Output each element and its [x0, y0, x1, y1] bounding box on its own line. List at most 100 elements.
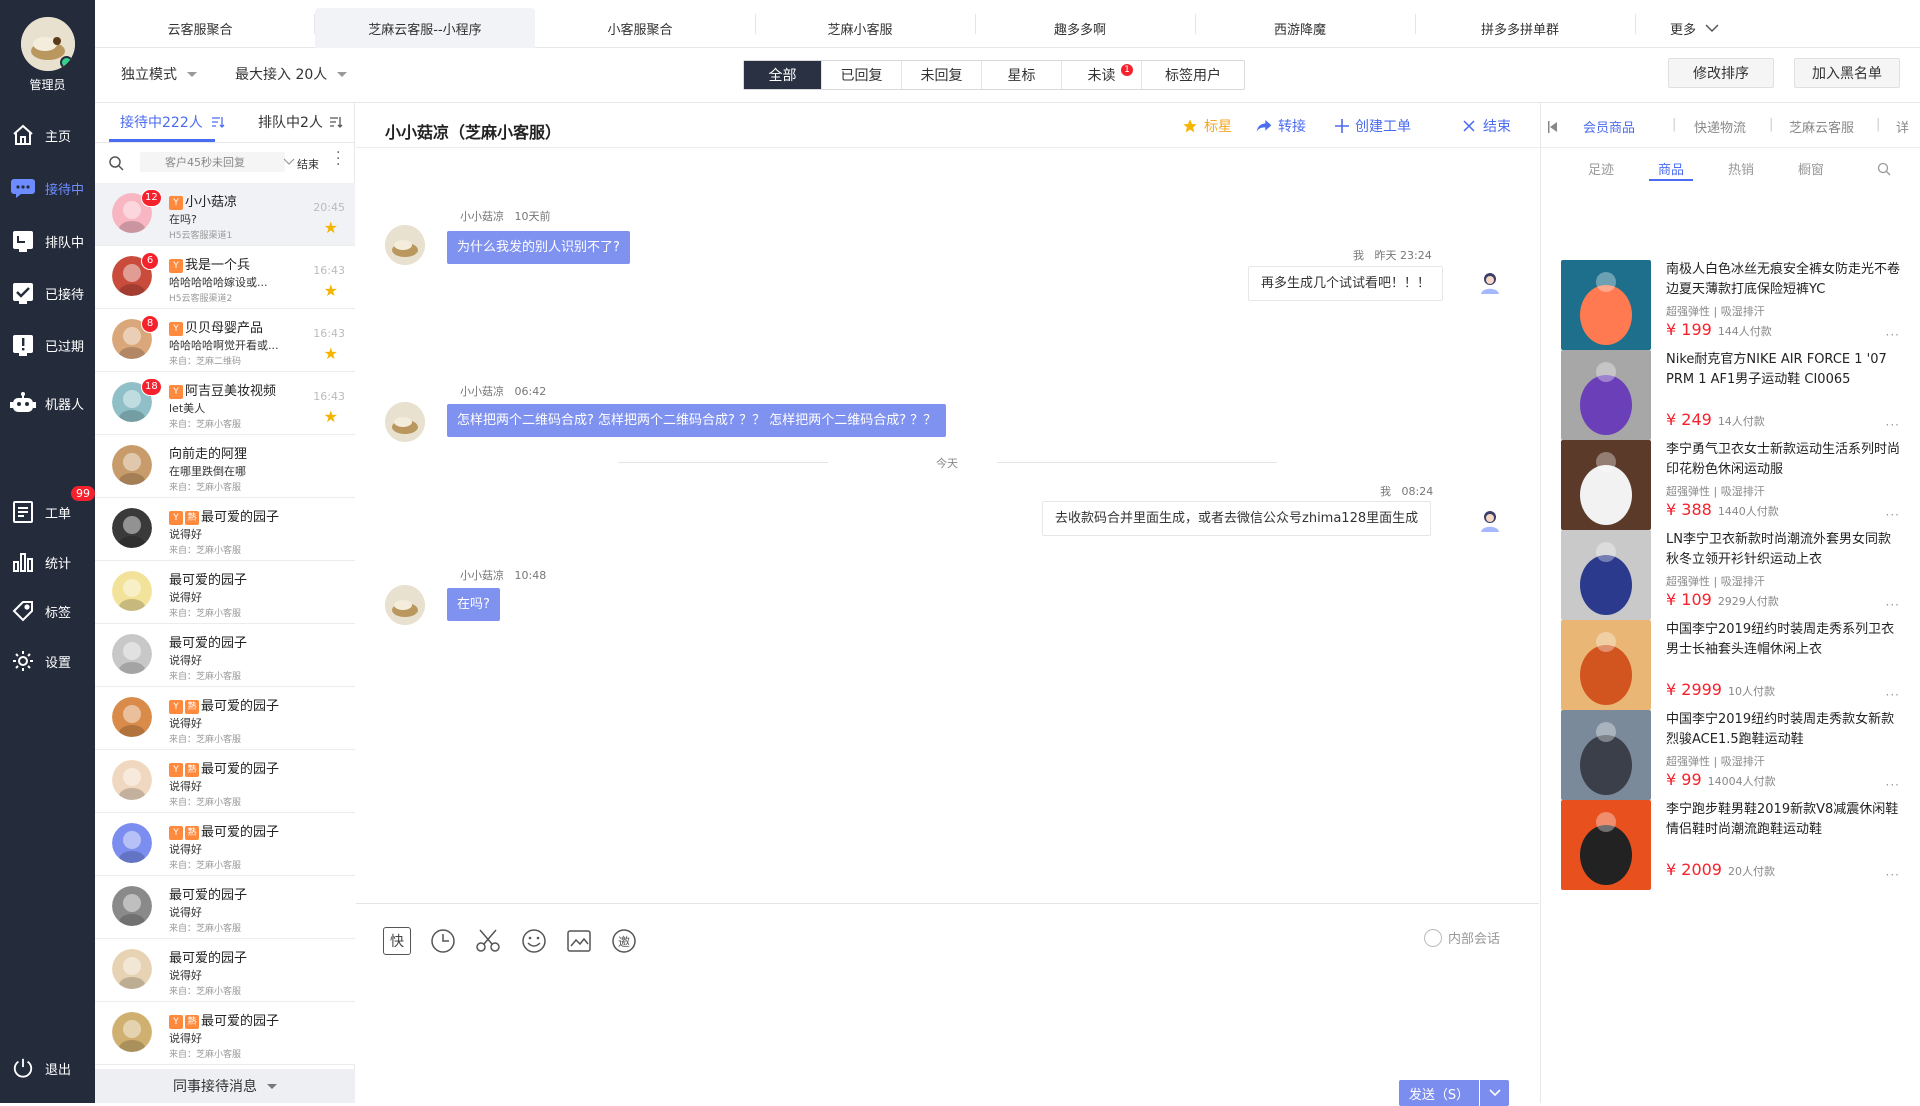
product-card[interactable]: 李宁勇气卫衣女士新款运动生活系列时尚印花粉色休闲运动服 超强弹性 | 吸湿排汗 ¥ …: [1561, 440, 1906, 532]
product-price-row: ¥ 2999 10人付款: [1666, 680, 1775, 699]
product-card[interactable]: 中国李宁2019纽约时装周走秀系列卫衣男士长袖套头连帽休闲上衣 ¥ 2999 10人…: [1561, 620, 1906, 712]
search-icon[interactable]: [108, 155, 124, 171]
history-clock-icon[interactable]: [429, 927, 457, 955]
list-item[interactable]: Y 熟最可爱的园子 说得好 来自：芝麻小客服: [95, 1002, 355, 1065]
tab-serving-label: 接待中222人: [120, 115, 203, 131]
filter-unreplied[interactable]: 未回复: [902, 61, 982, 89]
more-options-icon[interactable]: ···: [1886, 688, 1900, 702]
send-button[interactable]: 发送（S）: [1399, 1080, 1479, 1106]
avatar[interactable]: [21, 17, 75, 71]
product-card[interactable]: 中国李宁2019纽约时装周走秀款女新款烈骏ACE1.5跑鞋运动鞋 超强弹性 | 吸…: [1561, 710, 1906, 802]
nav-item-tags[interactable]: 标签: [0, 591, 95, 631]
send-options-button[interactable]: [1480, 1080, 1509, 1106]
star-icon[interactable]: ★: [324, 220, 338, 236]
customer-tag-badge: 熟: [185, 762, 199, 777]
create-ticket-button[interactable]: 创建工单: [1335, 116, 1411, 136]
list-item[interactable]: 最可爱的园子 说得好 来自：芝麻小客服: [95, 876, 355, 939]
star-button[interactable]: 标星: [1182, 116, 1232, 136]
nav-item-ticket[interactable]: 工单 99: [0, 486, 95, 532]
internal-chat-toggle[interactable]: 内部会话: [1424, 928, 1500, 947]
store-tab[interactable]: 拼多多拼单群: [1420, 8, 1620, 48]
list-item[interactable]: 最可爱的园子 说得好 来自：芝麻小客服: [95, 939, 355, 1002]
store-tab[interactable]: 趣多多啊: [980, 8, 1180, 48]
list-item[interactable]: Y 熟最可爱的园子 说得好 来自：芝麻小客服: [95, 687, 355, 750]
add-blacklist-button[interactable]: 加入黑名单: [1794, 58, 1900, 88]
star-icon[interactable]: ★: [324, 346, 338, 362]
mode-select[interactable]: 独立模式: [121, 64, 197, 84]
more-options-icon[interactable]: ···: [1886, 418, 1900, 432]
nav-item-home[interactable]: 主页: [0, 115, 95, 155]
product-card[interactable]: LN李宁卫衣新款时尚潮流外套男女同款秋冬立领开衫针织运动上衣 超强弹性 | 吸湿排…: [1561, 530, 1906, 622]
store-tab-active[interactable]: 芝麻云客服--小程序: [315, 8, 535, 48]
filter-replied[interactable]: 已回复: [822, 61, 902, 89]
invite-icon[interactable]: 邀: [610, 927, 638, 955]
end-chat-button[interactable]: 结束: [1463, 116, 1511, 136]
logout-button[interactable]: 退出: [0, 1048, 95, 1088]
list-item[interactable]: 18 Y 阿吉豆美妆视频 let美人 来自：芝麻小客服 16:43 ★: [95, 372, 355, 435]
tab-details[interactable]: 详: [1896, 117, 1909, 136]
search-icon[interactable]: [1877, 162, 1891, 176]
conversation-source: 来自：芝麻小客服: [169, 861, 242, 871]
nav-item-served[interactable]: 已接待: [0, 273, 95, 313]
subtab-products[interactable]: 商品: [1658, 159, 1684, 178]
filter-unread[interactable]: 未读 1: [1062, 61, 1142, 89]
more-options-icon[interactable]: ···: [1886, 868, 1900, 882]
tab-zhima-service[interactable]: 芝麻云客服: [1789, 117, 1854, 136]
customer-name: 最可爱的园子: [169, 636, 248, 651]
product-card[interactable]: 李宁跑步鞋男鞋2019新款V8减震休闲鞋情侣鞋时尚潮流跑鞋运动鞋 ¥ 2009 20…: [1561, 800, 1906, 892]
max-access-select[interactable]: 最大接入 20人: [235, 64, 348, 84]
subtab-showcase[interactable]: 橱窗: [1798, 159, 1824, 178]
more-tabs-button[interactable]: 更多: [1635, 8, 1755, 48]
list-item[interactable]: 6 Y 我是一个兵 哈哈哈哈哈嫁设或... H5云客服渠道2 16:43 ★: [95, 246, 355, 309]
subtab-hot[interactable]: 热销: [1728, 159, 1754, 178]
quick-reply-button[interactable]: 快: [383, 927, 411, 955]
star-icon[interactable]: ★: [324, 409, 338, 425]
store-tab[interactable]: 西游降魔: [1200, 8, 1400, 48]
list-item[interactable]: 8 Y 贝贝母婴产品 哈哈哈哈啊觉开看或... 来自：芝麻二维码 16:43 ★: [95, 309, 355, 372]
store-tab[interactable]: 云客服聚合: [120, 8, 280, 48]
nav-item-settings[interactable]: 设置: [0, 641, 95, 681]
more-options-icon[interactable]: ···: [1886, 508, 1900, 522]
colleague-messages-toggle[interactable]: 同事接待消息: [95, 1069, 355, 1103]
filter-starred[interactable]: 星标: [982, 61, 1062, 89]
transfer-button[interactable]: 转接: [1256, 116, 1306, 136]
list-item[interactable]: 12 Y 小小菇凉 在吗? H5云客服渠道1 20:45 ★: [95, 183, 355, 246]
tab-member-products[interactable]: 会员商品: [1583, 117, 1635, 136]
list-item[interactable]: 最可爱的园子 说得好 来自：芝麻小客服: [95, 624, 355, 687]
customer-message: 怎样把两个二维码合成? 怎样把两个二维码合成? ？？ 怎样把两个二维码合成? ？…: [447, 404, 947, 437]
tab-serving[interactable]: 接待中222人: [120, 112, 225, 132]
store-tab[interactable]: 芝麻小客服: [760, 8, 960, 48]
conversation-source: 来自：芝麻小客服: [169, 735, 242, 745]
more-vertical-icon[interactable]: · · ·: [336, 146, 340, 172]
star-icon[interactable]: ★: [324, 283, 338, 299]
nav-item-serving[interactable]: 接待中: [0, 168, 95, 208]
timeout-filter-select[interactable]: 客户45秒未回复: [140, 152, 295, 172]
list-item[interactable]: Y 熟最可爱的园子 说得好 来自：芝麻小客服: [95, 498, 355, 561]
product-card[interactable]: Nike耐克官方NIKE AIR FORCE 1 '07 PRM 1 AF1男子…: [1561, 350, 1906, 442]
end-timeout-button[interactable]: 结束: [297, 156, 319, 172]
image-icon[interactable]: [565, 927, 593, 955]
scissors-icon[interactable]: [474, 927, 502, 955]
product-card[interactable]: 南极人白色冰丝无痕安全裤女防走光不卷边夏天薄款打底保险短裤YC 超强弹性 | 吸湿…: [1561, 260, 1906, 352]
nav-item-robot[interactable]: 机器人: [0, 383, 95, 423]
tab-logistics[interactable]: 快递物流: [1694, 117, 1746, 136]
more-options-icon[interactable]: ···: [1886, 598, 1900, 612]
more-options-icon[interactable]: ···: [1886, 778, 1900, 792]
list-item[interactable]: Y 熟最可爱的园子 说得好 来自：芝麻小客服: [95, 750, 355, 813]
list-item[interactable]: 最可爱的园子 说得好 来自：芝麻小客服: [95, 561, 355, 624]
list-item[interactable]: Y 熟最可爱的园子 说得好 来自：芝麻小客服: [95, 813, 355, 876]
nav-item-stats[interactable]: 统计: [0, 542, 95, 582]
product-image: [1561, 260, 1651, 350]
nav-item-queue[interactable]: 排队中: [0, 221, 95, 261]
store-tab[interactable]: 小客服聚合: [540, 8, 740, 48]
nav-item-expired[interactable]: 已过期: [0, 325, 95, 365]
filter-tagged-users[interactable]: 标签用户: [1142, 61, 1244, 89]
more-options-icon[interactable]: ···: [1886, 328, 1900, 342]
emoji-icon[interactable]: [520, 927, 548, 955]
edit-sort-button[interactable]: 修改排序: [1668, 58, 1774, 88]
filter-all[interactable]: 全部: [744, 61, 822, 89]
subtab-footprint[interactable]: 足迹: [1588, 159, 1614, 178]
collapse-left-icon[interactable]: [1548, 121, 1558, 133]
tab-queue[interactable]: 排队中2人: [258, 112, 343, 132]
list-item[interactable]: 向前走的阿狸 在哪里跌倒在哪 来自：芝麻小客服: [95, 435, 355, 498]
